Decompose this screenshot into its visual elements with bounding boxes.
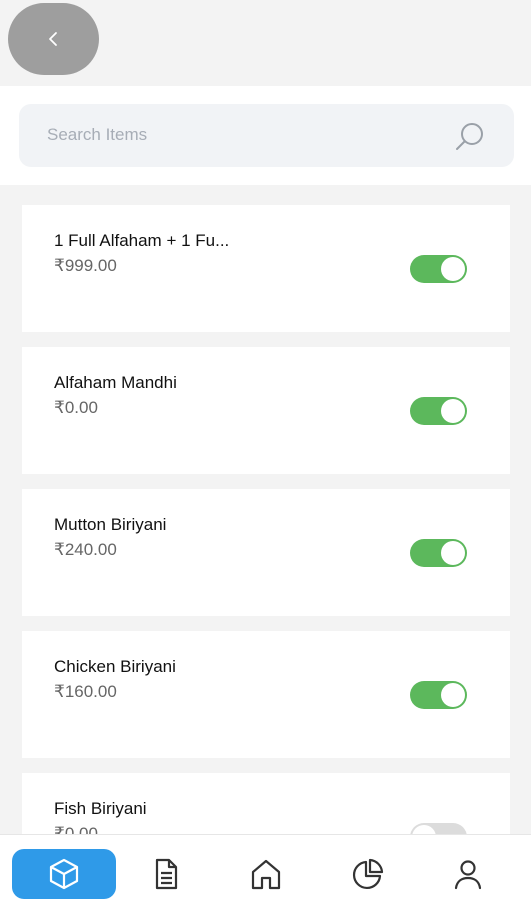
availability-toggle[interactable] [410,397,467,425]
item-name: Chicken Biriyani [54,657,176,676]
list-item: Mutton Biriyani ₹240.00 [22,489,510,616]
toggle-knob [441,541,465,565]
box-icon [49,858,79,890]
toggle-knob [441,399,465,423]
bottom-nav [0,834,531,900]
item-name: Mutton Biriyani [54,515,167,534]
home-icon [251,859,281,890]
search-icon[interactable] [453,120,487,154]
availability-toggle[interactable] [410,539,467,567]
item-name: Alfaham Mandhi [54,373,177,392]
chevron-left-icon [48,32,57,46]
list-item: Chicken Biriyani ₹160.00 [22,631,510,758]
search-input[interactable] [47,120,427,150]
document-icon [155,858,178,890]
availability-toggle[interactable] [410,681,467,709]
item-name: Fish Biriyani [54,799,147,818]
pie-chart-icon [353,858,384,889]
nav-item-reports[interactable] [316,849,420,899]
toggle-knob [441,683,465,707]
back-button[interactable] [8,3,99,75]
item-name: 1 Full Alfaham + 1 Fu... [54,231,230,250]
item-list: 1 Full Alfaham + 1 Fu... ₹999.00 Alfaham… [22,205,510,900]
user-icon [454,860,482,890]
top-bar [0,0,531,86]
nav-item-profile[interactable] [416,849,520,899]
item-price: ₹0.00 [54,398,98,417]
item-price: ₹999.00 [54,256,117,275]
nav-item-home[interactable] [214,849,318,899]
item-price: ₹160.00 [54,682,117,701]
toggle-knob [441,257,465,281]
item-price: ₹240.00 [54,540,117,559]
list-item: 1 Full Alfaham + 1 Fu... ₹999.00 [22,205,510,332]
search-box [19,104,514,167]
availability-toggle[interactable] [410,255,467,283]
list-item: Alfaham Mandhi ₹0.00 [22,347,510,474]
nav-item-items[interactable] [12,849,116,899]
search-section [0,86,531,185]
nav-item-orders[interactable] [114,849,218,899]
